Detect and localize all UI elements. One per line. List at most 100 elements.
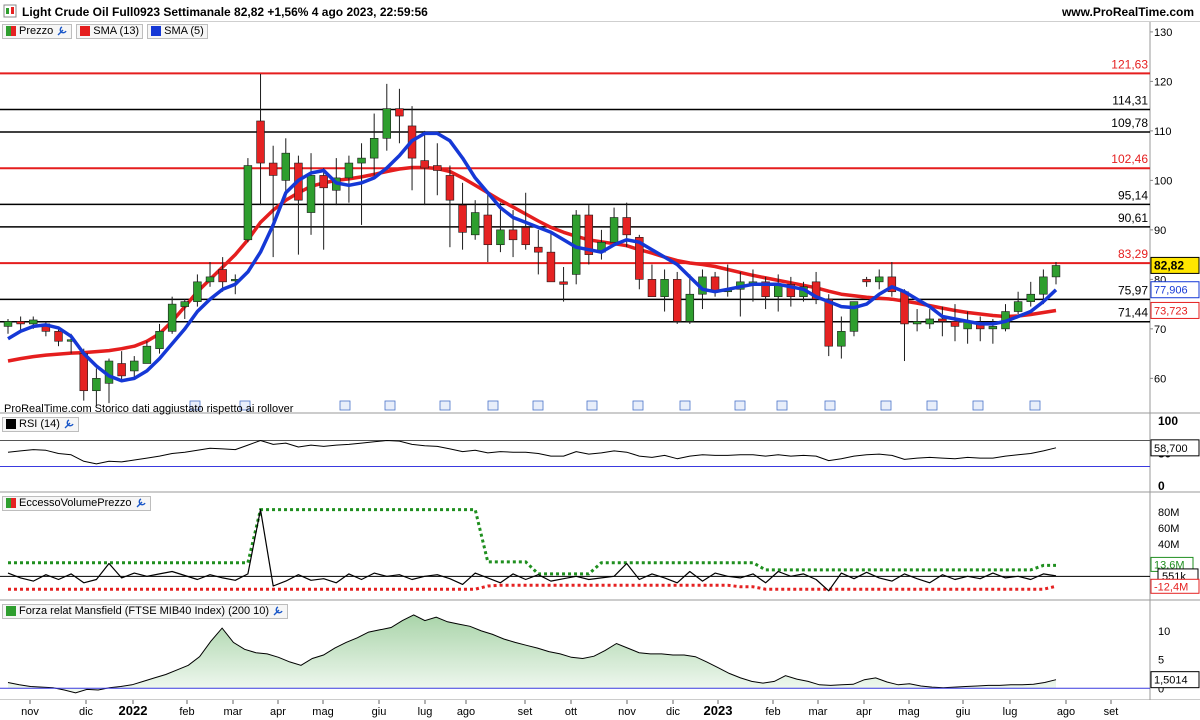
event-marker-icon[interactable] <box>487 400 499 411</box>
candle-body <box>357 157 366 164</box>
rsi-axis-tick: 0 <box>1158 479 1165 493</box>
time-axis-label: dic <box>79 706 94 718</box>
event-marker-icon[interactable] <box>679 400 691 411</box>
time-axis-label: lug <box>418 706 433 718</box>
candle-body <box>685 293 695 322</box>
event-marker-icon[interactable] <box>926 400 938 411</box>
time-axis-label: mag <box>898 706 919 718</box>
price-axis-tick: 130 <box>1154 27 1172 39</box>
level-label: 90,61 <box>1118 211 1148 225</box>
time-axis-label: lug <box>1003 706 1018 718</box>
candle-body <box>142 345 152 364</box>
candle-body <box>609 217 619 243</box>
candle-body <box>1026 293 1035 302</box>
time-axis-label: nov <box>618 706 636 718</box>
candle-body <box>938 318 947 322</box>
footnote: ProRealTime.com Storico dati aggiustato … <box>4 403 294 415</box>
wrench-icon[interactable] <box>56 25 68 37</box>
legend-sma5-label: SMA (5) <box>164 25 204 37</box>
candle-body <box>950 321 960 327</box>
candle-body <box>79 353 88 392</box>
legend-price-label: Prezzo <box>19 25 54 37</box>
time-axis-label: 2023 <box>704 703 733 718</box>
candlestick-logo-icon <box>3 4 17 18</box>
candle-body <box>281 152 290 181</box>
event-marker-icon[interactable] <box>880 400 892 411</box>
legend-price[interactable]: Prezzo <box>2 23 73 39</box>
candle-body <box>496 229 505 246</box>
candle-body <box>167 303 177 332</box>
price-axis-tick: 90 <box>1154 225 1166 237</box>
candle-body <box>369 138 379 159</box>
last-value-label: 73,723 <box>1154 305 1188 317</box>
rsi-axis-tick: 100 <box>1158 414 1178 428</box>
candle-body <box>862 279 871 283</box>
candle-body <box>268 162 278 176</box>
price-legend: Prezzo SMA (13) SMA (5) <box>2 23 208 39</box>
wrench-icon[interactable] <box>135 497 147 509</box>
mansfield-last-value: 1,5014 <box>1154 675 1188 687</box>
chart-title: Light Crude Oil Full0923 Settimanale 82,… <box>22 5 428 19</box>
legend-rsi[interactable]: RSI (14) <box>2 416 79 432</box>
time-axis-label: feb <box>765 706 780 718</box>
event-marker-icon[interactable] <box>1029 400 1041 411</box>
legend-sma13-label: SMA (13) <box>93 25 140 37</box>
wrench-icon[interactable] <box>272 605 284 617</box>
time-axis-label: set <box>1104 706 1119 718</box>
time-axis-label: ago <box>457 706 475 718</box>
mansfield-axis-tick: 5 <box>1158 655 1164 667</box>
mansfield-axis-tick: 10 <box>1158 626 1170 638</box>
candle-body <box>193 281 202 302</box>
event-marker-icon[interactable] <box>776 400 788 411</box>
candle-body <box>912 321 922 325</box>
candle-body <box>900 291 909 325</box>
wrench-icon[interactable] <box>63 418 75 430</box>
last-value-label: 82,82 <box>1154 258 1184 272</box>
candle-body <box>875 276 884 283</box>
event-marker-icon[interactable] <box>532 400 544 411</box>
legend-sma13[interactable]: SMA (13) <box>76 23 144 39</box>
rsi-legend: RSI (14) <box>2 416 79 432</box>
price-axis-tick: 60 <box>1154 373 1166 385</box>
legend-volume-label: EccessoVolumePrezzo <box>19 497 132 509</box>
legend-sma5[interactable]: SMA (5) <box>147 23 208 39</box>
time-axis-label: mag <box>312 706 333 718</box>
candle-body <box>622 217 631 236</box>
event-marker-icon[interactable] <box>339 400 351 411</box>
candle-body <box>1051 265 1061 278</box>
price-axis-tick: 120 <box>1154 76 1172 88</box>
level-label: 121,63 <box>1111 57 1148 71</box>
candle-body <box>824 298 833 347</box>
event-marker-icon[interactable] <box>824 400 836 411</box>
candle-body <box>1039 276 1048 295</box>
time-axis-label: ott <box>565 706 577 718</box>
event-marker-icon[interactable] <box>632 400 644 411</box>
time-axis-label: mar <box>224 706 243 718</box>
candle-body <box>155 331 164 349</box>
candle-body <box>344 162 354 179</box>
level-label: 71,44 <box>1118 306 1148 320</box>
legend-rsi-label: RSI (14) <box>19 418 60 430</box>
price-swatch-icon <box>6 26 16 36</box>
event-marker-icon[interactable] <box>586 400 598 411</box>
event-marker-icon[interactable] <box>734 400 746 411</box>
event-marker-icon[interactable] <box>439 400 451 411</box>
time-axis-label: nov <box>21 706 39 718</box>
legend-volume[interactable]: EccessoVolumePrezzo <box>2 495 151 511</box>
candle-body <box>445 175 455 201</box>
candle-body <box>218 269 227 283</box>
vol-axis-tick: 60M <box>1158 523 1179 535</box>
price-axis-tick: 110 <box>1154 126 1172 138</box>
time-axis-label: set <box>518 706 533 718</box>
pane-price <box>0 22 1200 413</box>
event-marker-icon[interactable] <box>972 400 984 411</box>
time-axis-label: apr <box>856 706 872 718</box>
vol-axis-tick: 40M <box>1158 539 1179 551</box>
time-axis-label: ago <box>1057 706 1075 718</box>
candle-body <box>470 212 480 236</box>
site-url[interactable]: www.ProRealTime.com <box>1062 5 1194 19</box>
candle-body <box>534 246 543 253</box>
event-marker-icon[interactable] <box>384 400 396 411</box>
legend-mansfield-label: Forza relat Mansfield (FTSE MIB40 Index)… <box>19 605 270 617</box>
legend-mansfield[interactable]: Forza relat Mansfield (FTSE MIB40 Index)… <box>2 603 289 619</box>
